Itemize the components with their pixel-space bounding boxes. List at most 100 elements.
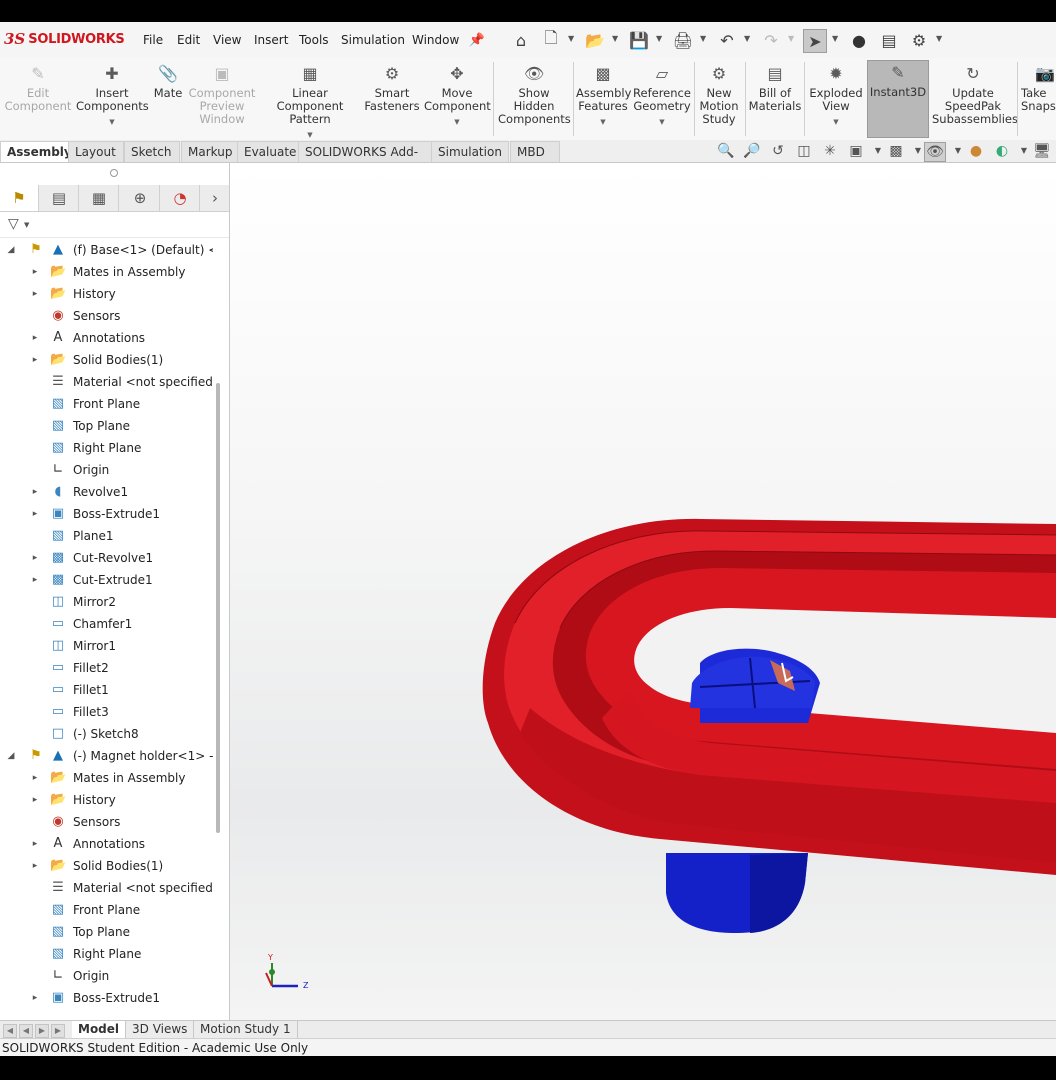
chevron-down-icon[interactable]: ▼ <box>948 142 968 160</box>
expand-arrow-icon[interactable]: ▸ <box>30 349 40 371</box>
tree-item[interactable]: ▸ 📂 Mates in Assembly <box>0 261 213 283</box>
edit-component-button[interactable]: ✎ Edit Component <box>4 62 72 138</box>
tab-3d-views[interactable]: 3D Views <box>126 1021 195 1038</box>
tree-item[interactable]: ▸ ▩ Cut-Extrude1 <box>0 569 213 591</box>
tree-item[interactable]: ▧ Top Plane <box>0 921 213 943</box>
tab-addins[interactable]: SOLIDWORKS Add-Ins <box>298 141 432 179</box>
menu-view[interactable]: View <box>213 33 241 47</box>
chevron-down-icon[interactable]: ▼ <box>656 34 662 43</box>
chevron-down-icon[interactable]: ▼ <box>576 116 630 129</box>
tree-item[interactable]: ◫ Mirror1 <box>0 635 213 657</box>
expand-arrow-icon[interactable]: ▸ <box>30 261 40 283</box>
next-tab-icon[interactable]: ▶ <box>35 1024 49 1038</box>
solidworks-logo[interactable]: 3S SOLIDWORKS <box>4 28 125 50</box>
tree-item[interactable]: ◉ Sensors <box>0 811 213 833</box>
section-view-icon[interactable]: ◫ <box>794 142 814 160</box>
tree-item[interactable]: ◫ Mirror2 <box>0 591 213 613</box>
tree-item[interactable]: ▭ Fillet1 <box>0 679 213 701</box>
tree-item[interactable]: ▭ Chamfer1 <box>0 613 213 635</box>
redo-icon[interactable]: ↷ <box>760 29 782 51</box>
menu-window[interactable]: Window <box>412 33 459 47</box>
pin-icon[interactable]: 📌 <box>466 29 488 51</box>
select-arrow-icon[interactable]: ➤ <box>803 29 827 53</box>
tree-item[interactable]: ▭ Fillet3 <box>0 701 213 723</box>
tree-item[interactable]: ▧ Right Plane <box>0 943 213 965</box>
new-document-icon[interactable]: 🗋 <box>540 28 562 51</box>
chevron-down-icon[interactable]: ▼ <box>868 142 888 160</box>
update-speedpak-button[interactable]: ↻ Update SpeedPak Subassemblies <box>932 62 1018 138</box>
insert-components-button[interactable]: ✚ Insert Components ▼ <box>76 62 149 138</box>
view-orientation-icon[interactable]: ▣ <box>846 142 866 160</box>
tree-item[interactable]: ◉ Sensors <box>0 305 213 327</box>
instant3d-button[interactable]: ✎ Instant3D <box>867 60 929 138</box>
dynamic-annotation-icon[interactable]: ✳ <box>820 142 840 160</box>
tab-layout[interactable]: Layout <box>68 141 124 162</box>
tree-item[interactable]: ▸ 📂 Solid Bodies(1) <box>0 855 213 877</box>
expand-arrow-icon[interactable]: ▸ <box>30 789 40 811</box>
rebuild-traffic-light-icon[interactable]: ● <box>848 29 870 51</box>
linear-component-pattern-button[interactable]: ▦ Linear Component Pattern ▼ <box>260 62 360 139</box>
tree-component-base[interactable]: ◢ ⚑ ▲ (f) Base<1> (Default) <<D <box>0 239 213 261</box>
tree-item[interactable]: ▸ A Annotations <box>0 833 213 855</box>
previous-view-icon[interactable]: ↺ <box>768 142 788 160</box>
expand-arrow-icon[interactable]: ▸ <box>30 481 40 503</box>
take-snapshot-button[interactable]: 📷 Take Snapshot <box>1021 62 1056 138</box>
tree-item[interactable]: □ (-) Sketch8 <box>0 723 213 745</box>
property-manager-tab-icon[interactable]: ▤ <box>40 185 79 211</box>
tree-item[interactable]: ▧ Plane1 <box>0 525 213 547</box>
tab-markup[interactable]: Markup <box>181 141 242 162</box>
last-tab-icon[interactable]: ▶ <box>51 1024 65 1038</box>
chevron-right-icon[interactable]: › <box>201 185 229 211</box>
apply-scene-icon[interactable]: ◐ <box>992 142 1012 160</box>
menu-file[interactable]: File <box>143 33 163 47</box>
chevron-down-icon[interactable]: ▼ <box>76 116 148 129</box>
chevron-down-icon[interactable]: ▼ <box>808 116 864 129</box>
collapse-arrow-icon[interactable]: ◢ <box>6 745 16 767</box>
expand-arrow-icon[interactable]: ▸ <box>30 855 40 877</box>
smart-fasteners-button[interactable]: ⚙ Smart Fasteners <box>364 62 420 138</box>
tab-simulation[interactable]: Simulation <box>431 141 509 162</box>
tree-item[interactable]: ∟ Origin <box>0 459 213 481</box>
expand-arrow-icon[interactable]: ▸ <box>30 569 40 591</box>
graphics-area[interactable]: Y Z <box>230 163 1056 1020</box>
configuration-manager-tab-icon[interactable]: ▦ <box>80 185 119 211</box>
tab-motion-study-1[interactable]: Motion Study 1 <box>194 1021 298 1038</box>
reference-geometry-button[interactable]: ▱ Reference Geometry ▼ <box>632 62 692 138</box>
tree-item[interactable]: ▸ 📂 Mates in Assembly <box>0 767 213 789</box>
assembly-features-button[interactable]: ▩ Assembly Features ▼ <box>576 62 631 138</box>
first-tab-icon[interactable]: ◀ <box>3 1024 17 1038</box>
tree-item[interactable]: ▸ 📂 History <box>0 789 213 811</box>
zoom-to-area-icon[interactable]: 🔎 <box>742 142 762 160</box>
menu-edit[interactable]: Edit <box>177 33 200 47</box>
new-motion-study-button[interactable]: ⚙ New Motion Study <box>697 62 741 138</box>
filter-icon[interactable]: ▽ <box>8 216 19 232</box>
tree-item[interactable]: ▧ Front Plane <box>0 899 213 921</box>
zoom-to-fit-icon[interactable]: 🔍 <box>716 142 736 160</box>
tree-item[interactable]: ▸ A Annotations <box>0 327 213 349</box>
chevron-down-icon[interactable]: ▼ <box>1014 142 1034 160</box>
tab-evaluate[interactable]: Evaluate <box>237 141 307 162</box>
expand-arrow-icon[interactable]: ▸ <box>30 283 40 305</box>
tree-item[interactable]: ▸ ◖ Revolve1 <box>0 481 213 503</box>
chevron-down-icon[interactable]: ▼ <box>832 34 838 43</box>
tree-item[interactable]: ▧ Right Plane <box>0 437 213 459</box>
home-icon[interactable]: ⌂ <box>510 29 532 51</box>
menu-tools[interactable]: Tools <box>299 33 329 47</box>
tree-item[interactable]: ▧ Front Plane <box>0 393 213 415</box>
expand-arrow-icon[interactable]: ▸ <box>30 833 40 855</box>
chevron-down-icon[interactable]: ▼ <box>632 116 692 129</box>
print-icon[interactable]: 🖨 <box>672 29 694 51</box>
open-folder-icon[interactable]: 📂 <box>584 29 606 51</box>
panel-grip-icon[interactable] <box>110 169 118 177</box>
chevron-down-icon[interactable]: ▼ <box>612 34 618 43</box>
tree-item[interactable]: ▭ Fillet2 <box>0 657 213 679</box>
chevron-down-icon[interactable]: ▼ <box>936 34 942 43</box>
expand-arrow-icon[interactable]: ▸ <box>30 767 40 789</box>
previous-tab-icon[interactable]: ◀ <box>19 1024 33 1038</box>
mate-button[interactable]: 📎 Mate <box>150 62 186 138</box>
expand-arrow-icon[interactable]: ▸ <box>30 547 40 569</box>
view-settings-monitor-icon[interactable]: 🖥 <box>1032 142 1052 160</box>
model-3d-view[interactable]: Y Z <box>230 163 1056 1020</box>
tree-item[interactable]: ☰ Material <not specified> <box>0 877 213 899</box>
tree-item[interactable]: ▸ ▣ Boss-Extrude1 <box>0 987 213 1007</box>
